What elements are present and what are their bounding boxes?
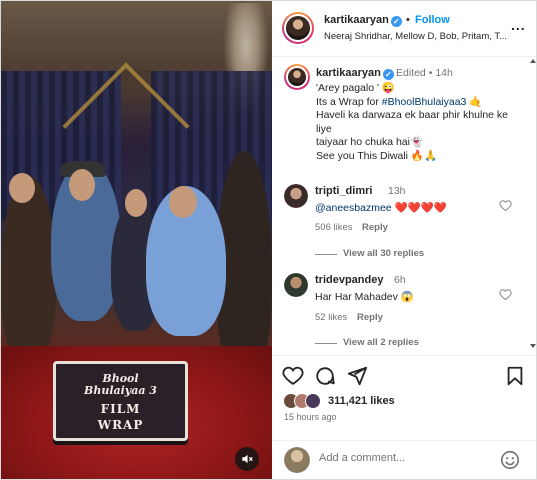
caption-line: See you This Diwali 🔥🙏 — [316, 149, 438, 162]
mention-link[interactable]: @aneesbazmee — [315, 202, 392, 214]
media-head — [69, 169, 95, 201]
view-replies-button[interactable]: View all 30 replies — [343, 248, 424, 259]
verified-icon: ✓ — [382, 69, 394, 80]
caption-line: taiyaar ho chuka hai👻 — [316, 136, 424, 148]
view-replies-button[interactable]: View all 2 replies — [343, 337, 419, 348]
scroll-up-arrow-icon[interactable] — [530, 59, 536, 63]
media-head — [125, 189, 147, 217]
caption-meta: Edited • 14h — [396, 67, 453, 79]
caption-username[interactable]: kartikaaryan ✓ — [316, 67, 394, 80]
comment-like-icon[interactable] — [499, 288, 512, 304]
cake-text: Bhulaiyaa 3 — [84, 384, 157, 397]
add-comment-bar — [273, 440, 536, 479]
edited-label: Edited — [396, 67, 426, 79]
scroll-down-arrow-icon[interactable] — [530, 344, 536, 348]
media-head — [9, 173, 35, 203]
follow-button[interactable]: Follow — [415, 14, 450, 26]
comment-body: ❤️❤️❤️❤️ — [391, 202, 447, 214]
comment-text: Har Har Mahadev 😱 — [315, 290, 414, 303]
current-user-avatar — [284, 447, 310, 473]
comment-username[interactable]: tridevpandey — [315, 274, 383, 286]
post-timestamp[interactable]: 15 hours ago — [284, 412, 337, 422]
comment-username[interactable]: tripti_dimri — [315, 185, 372, 197]
post-actions: 311,421 likes 15 hours ago — [273, 355, 536, 440]
post-header: kartikaaryan ✓ • Follow Neeraj Shridhar, … — [273, 1, 536, 57]
author-username-text[interactable]: kartikaaryan — [324, 14, 389, 26]
comment-likes[interactable]: 52 likes — [315, 312, 347, 323]
cake-text: FILM — [100, 402, 141, 416]
reply-button[interactable]: Reply — [357, 312, 383, 323]
caption-text: 'Arey pagalo ' 😜 Its a Wrap for #BhoolBh… — [316, 82, 521, 163]
reply-button[interactable]: Reply — [362, 222, 388, 233]
comment-like-icon[interactable] — [499, 199, 512, 215]
like-heart-icon[interactable] — [282, 365, 304, 387]
view-replies-line — [315, 343, 337, 344]
media-cake: Bhool Bhulaiyaa 3 FILM WRAP — [53, 361, 188, 441]
caption-line: Haveli ka darwaza ek baar phir khulne ke… — [316, 109, 509, 135]
media-person — [1, 176, 56, 366]
likes-count[interactable]: 311,421 likes — [328, 395, 395, 407]
comment-avatar[interactable] — [284, 184, 308, 208]
comment-text: @aneesbazmee ❤️❤️❤️❤️ — [315, 201, 447, 214]
separator-dot: • — [428, 67, 433, 79]
comments-section[interactable]: kartikaaryan ✓ Edited • 14h 'Arey pagalo … — [273, 58, 536, 354]
mute-button[interactable] — [235, 447, 259, 471]
speaker-muted-icon — [242, 454, 253, 464]
caption-username-text[interactable]: kartikaaryan — [316, 67, 381, 79]
caption-line: 🤙 — [466, 95, 483, 108]
post-media[interactable]: Bhool Bhulaiyaa 3 FILM WRAP — [1, 1, 272, 479]
post-side-panel: kartikaaryan ✓ • Follow Neeraj Shridhar, … — [273, 1, 536, 479]
more-options-icon[interactable]: ... — [511, 17, 526, 33]
verified-icon: ✓ — [390, 16, 402, 27]
caption-line: Its a Wrap for — [316, 95, 382, 108]
caption-line: 'Arey pagalo ' 😜 — [316, 82, 395, 94]
liked-by-avatars[interactable] — [283, 393, 327, 409]
audio-credits[interactable]: Neeraj Shridhar, Mellow D, Bob, Pritam, … — [324, 31, 507, 42]
media-head — [169, 186, 197, 218]
comment-likes[interactable]: 506 likes — [315, 222, 353, 233]
share-send-icon[interactable] — [346, 365, 368, 387]
caption-avatar[interactable] — [284, 64, 310, 90]
liker-avatar — [305, 393, 321, 409]
cake-text: WRAP — [97, 418, 144, 432]
comment-bubble-icon[interactable] — [314, 365, 336, 387]
hashtag-link[interactable]: #BhoolBhulaiyaa3 — [382, 96, 467, 108]
author-avatar[interactable] — [282, 12, 314, 44]
comment-time[interactable]: 13h — [388, 185, 406, 197]
view-replies-line — [315, 254, 337, 255]
emoji-picker-icon[interactable] — [499, 449, 521, 471]
comment-time[interactable]: 6h — [394, 274, 406, 286]
save-bookmark-icon[interactable] — [504, 365, 526, 387]
comment-avatar[interactable] — [284, 273, 308, 297]
comment-body: Har Har Mahadev 😱 — [315, 291, 414, 303]
caption-time[interactable]: 14h — [435, 67, 453, 79]
separator-dot: • — [406, 14, 410, 26]
author-username[interactable]: kartikaaryan ✓ — [324, 14, 402, 27]
comment-input[interactable] — [319, 452, 499, 464]
comments-scrollbar[interactable] — [530, 58, 536, 354]
